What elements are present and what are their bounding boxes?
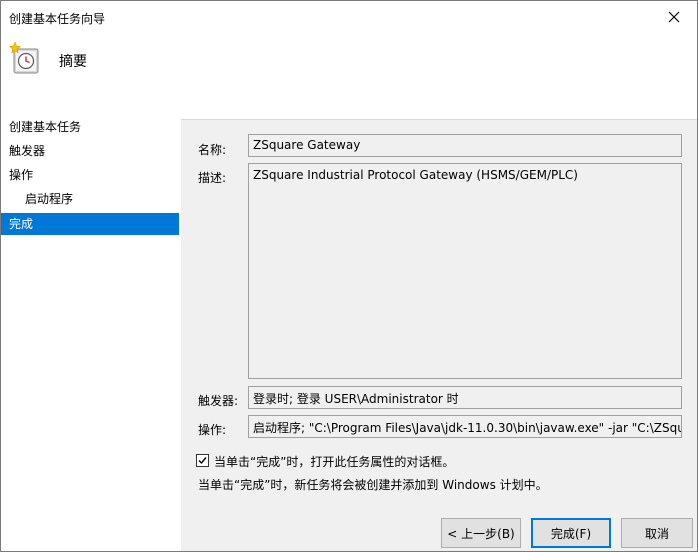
close-button[interactable] <box>651 1 697 33</box>
name-field[interactable]: ZSquare Gateway <box>248 134 682 157</box>
task-clock-icon <box>9 41 39 74</box>
title-bar: 创建基本任务向导 <box>1 1 697 33</box>
finish-note: 当单击“完成”时，新任务将会被创建并添加到 Windows 计划中。 <box>198 478 548 492</box>
description-label: 描述: <box>198 171 227 185</box>
trigger-field[interactable]: 登录时; 登录 USER\Administrator 时 <box>248 386 682 409</box>
wizard-header: 摘要 <box>1 33 697 120</box>
name-label: 名称: <box>198 143 227 157</box>
back-button[interactable]: < 上一步(B) <box>441 518 521 548</box>
trigger-label: 触发器: <box>198 394 239 408</box>
wizard-steps-sidebar: 创建基本任务 触发器 操作 启动程序 完成 <box>1 119 181 551</box>
step-action[interactable]: 操作 <box>1 164 179 186</box>
step-trigger[interactable]: 触发器 <box>1 140 179 162</box>
step-start-program[interactable]: 启动程序 <box>1 188 179 210</box>
action-label: 操作: <box>198 423 227 437</box>
finish-button[interactable]: 完成(F) <box>531 518 611 548</box>
step-create-basic-task[interactable]: 创建基本任务 <box>1 116 179 138</box>
cancel-button[interactable]: 取消 <box>621 518 693 548</box>
action-field[interactable]: 启动程序; "C:\Program Files\Java\jdk-11.0.30… <box>248 415 682 438</box>
checkmark-icon <box>198 457 207 465</box>
description-field[interactable]: ZSquare Industrial Protocol Gateway (HSM… <box>248 163 682 379</box>
window-title: 创建基本任务向导 <box>9 12 106 26</box>
open-properties-checkbox[interactable] <box>196 454 209 467</box>
open-properties-label[interactable]: 当单击“完成”时，打开此任务属性的对话框。 <box>214 453 454 470</box>
task-wizard-window: 创建基本任务向导 摘要 创建基本任务 触发器 操作 启动程序 完成 名称: ZS… <box>0 0 698 552</box>
page-title: 摘要 <box>59 54 87 70</box>
close-icon <box>668 11 680 23</box>
step-finish[interactable]: 完成 <box>1 213 179 235</box>
